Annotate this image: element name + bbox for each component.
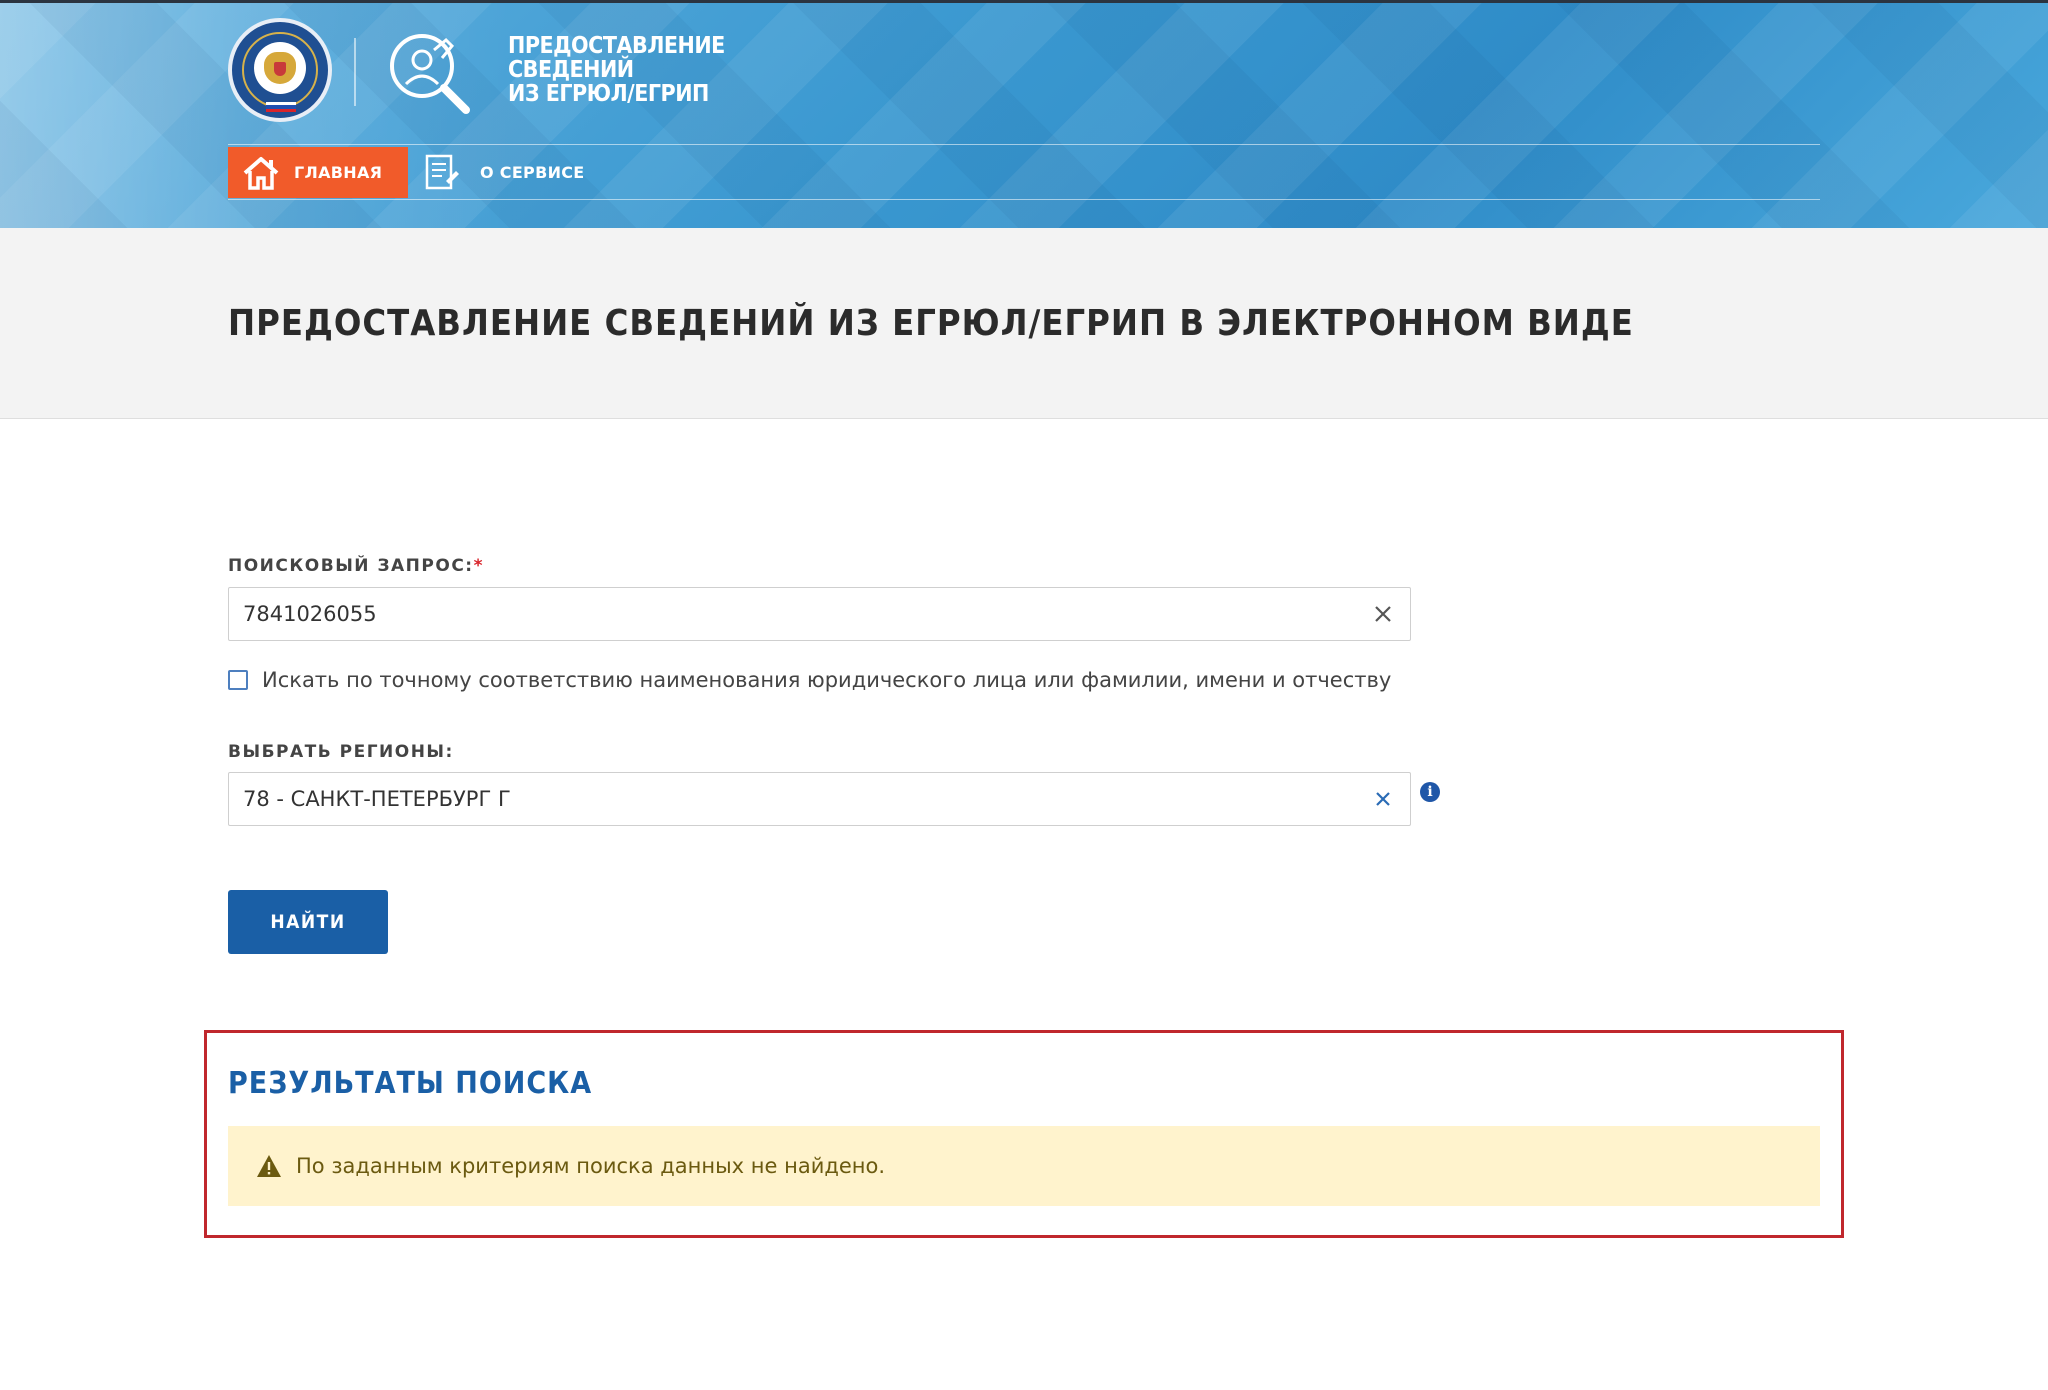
find-button[interactable]: НАЙТИ bbox=[228, 890, 388, 954]
home-icon bbox=[243, 156, 279, 190]
exact-match-label[interactable]: Искать по точному соответствию наименова… bbox=[262, 668, 1391, 692]
service-name-line: ИЗ ЕГРЮЛ/ЕГРИП bbox=[508, 81, 709, 107]
header-top-border bbox=[0, 0, 2048, 3]
no-results-message: По заданным критериям поиска данных не н… bbox=[296, 1154, 886, 1178]
search-query-input[interactable]: 7841026055 bbox=[228, 587, 1411, 641]
service-search-icon[interactable] bbox=[384, 28, 476, 120]
required-mark: * bbox=[473, 556, 484, 576]
fns-emblem-logo[interactable] bbox=[228, 18, 332, 122]
service-name: ПРЕДОСТАВЛЕНИЕ СВЕДЕНИЙ ИЗ ЕГРЮЛ/ЕГРИП bbox=[508, 34, 725, 106]
close-icon bbox=[1375, 606, 1391, 622]
page-title: ПРЕДОСТАВЛЕНИЕ СВЕДЕНИЙ ИЗ ЕГРЮЛ/ЕГРИП В… bbox=[228, 303, 1634, 344]
clear-regions-button[interactable] bbox=[1356, 773, 1410, 825]
query-label-text: ПОИСКОВЫЙ ЗАПРОС: bbox=[228, 556, 474, 576]
regions-label: ВЫБРАТЬ РЕГИОНЫ: bbox=[228, 742, 454, 762]
exact-match-option: Искать по точному соответствию наименова… bbox=[228, 668, 1391, 692]
clear-query-button[interactable] bbox=[1356, 588, 1410, 640]
nav-divider-top bbox=[228, 144, 1820, 145]
search-results-panel: РЕЗУЛЬТАТЫ ПОИСКА По заданным критериям … bbox=[204, 1030, 1844, 1238]
regions-select[interactable]: 78 - САНКТ-ПЕТЕРБУРГ Г bbox=[228, 772, 1411, 826]
nav-divider-bottom bbox=[228, 199, 1820, 200]
nav-item-home[interactable]: ГЛАВНАЯ bbox=[228, 147, 408, 198]
results-title: РЕЗУЛЬТАТЫ ПОИСКА bbox=[228, 1066, 593, 1101]
site-header: ПРЕДОСТАВЛЕНИЕ СВЕДЕНИЙ ИЗ ЕГРЮЛ/ЕГРИП Г… bbox=[0, 0, 2048, 228]
warning-icon bbox=[256, 1154, 282, 1178]
no-results-alert: По заданным критериям поиска данных не н… bbox=[228, 1126, 1820, 1206]
search-query-value[interactable]: 7841026055 bbox=[229, 602, 1356, 626]
shield-icon bbox=[274, 62, 286, 76]
nav-item-about[interactable]: О СЕРВИСЕ bbox=[424, 147, 585, 198]
header-divider bbox=[354, 38, 356, 106]
nav-item-label: ГЛАВНАЯ bbox=[294, 163, 383, 182]
info-icon[interactable]: i bbox=[1420, 782, 1440, 802]
flag-icon bbox=[266, 102, 296, 112]
service-name-line: ПРЕДОСТАВЛЕНИЕ bbox=[508, 33, 725, 59]
nav-item-label: О СЕРВИСЕ bbox=[480, 163, 585, 182]
service-name-line: СВЕДЕНИЙ bbox=[508, 57, 634, 83]
regions-selected-value[interactable]: 78 - САНКТ-ПЕТЕРБУРГ Г bbox=[229, 787, 1356, 811]
document-icon bbox=[425, 154, 459, 189]
exact-match-checkbox[interactable] bbox=[228, 670, 248, 690]
query-label: ПОИСКОВЫЙ ЗАПРОС:* bbox=[228, 556, 484, 576]
close-icon bbox=[1376, 792, 1390, 806]
